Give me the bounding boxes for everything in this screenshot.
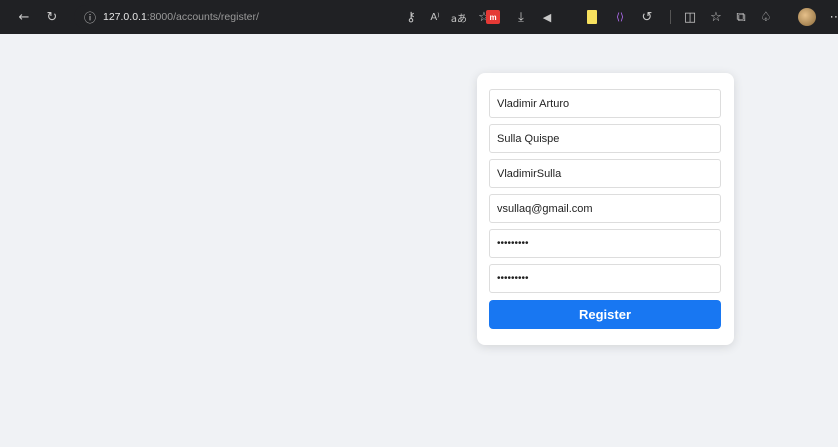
username-field[interactable]: VladimirSulla	[489, 159, 721, 188]
ext-code-icon[interactable]: ⟨⟩	[610, 0, 630, 34]
extensions-icon[interactable]: ♤	[756, 0, 776, 34]
volume-icon[interactable]: ◀	[537, 0, 557, 34]
split-screen-icon[interactable]: ◫	[680, 0, 700, 34]
copilot-icon[interactable]: ↺	[637, 0, 657, 34]
email-field[interactable]: vsullaq@gmail.com	[489, 194, 721, 223]
read-aloud-icon[interactable]: A⁾	[425, 0, 445, 34]
last-name-field[interactable]: Sulla Quispe	[489, 124, 721, 153]
profile-avatar-icon[interactable]	[798, 8, 816, 26]
download-icon[interactable]: ⤓	[511, 0, 531, 34]
collections-icon[interactable]: ⧉	[731, 0, 751, 34]
register-form: Vladimir Arturo Sulla Quispe VladimirSul…	[477, 73, 734, 345]
register-button[interactable]: Register	[489, 300, 721, 329]
password-field[interactable]: •••••••••	[489, 229, 721, 258]
reload-icon[interactable]: ↻	[42, 0, 62, 34]
toolbar-divider	[670, 10, 671, 24]
favorites-list-icon[interactable]: ☆	[706, 0, 726, 34]
ext-red-icon[interactable]: m	[486, 10, 500, 24]
key-icon[interactable]: ⚷	[401, 0, 421, 34]
first-name-field[interactable]: Vladimir Arturo	[489, 89, 721, 118]
back-arrow-icon[interactable]: ←	[14, 0, 34, 34]
translate-icon[interactable]: aあ	[449, 0, 469, 34]
more-icon[interactable]: ⋯	[826, 0, 838, 34]
ext-yellow-icon[interactable]	[587, 10, 597, 24]
confirm-password-field[interactable]: •••••••••	[489, 264, 721, 293]
browser-toolbar: ← ↻ ⓘ 127.0.0.1:8000/accounts/register/ …	[0, 0, 838, 34]
url-text[interactable]: 127.0.0.1:8000/accounts/register/	[103, 0, 259, 34]
site-info-icon[interactable]: ⓘ	[84, 0, 96, 34]
